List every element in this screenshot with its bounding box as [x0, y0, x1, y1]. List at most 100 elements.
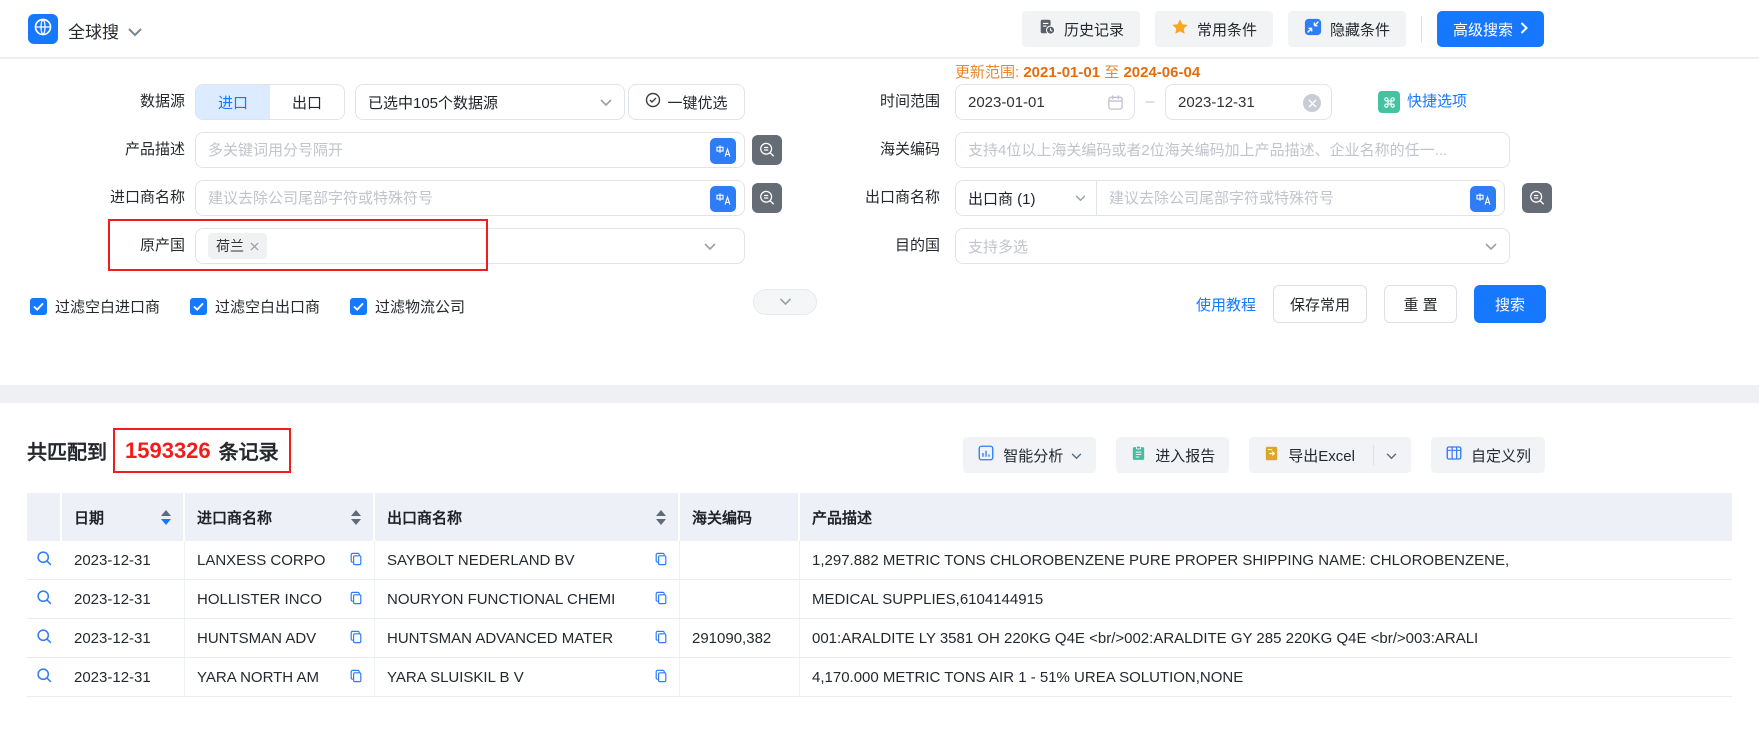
- hs-code-input[interactable]: [956, 133, 1509, 167]
- sort-control[interactable]: [656, 509, 666, 525]
- copy-icon[interactable]: [653, 551, 669, 571]
- date-range-dash: –: [1145, 93, 1155, 110]
- sort-control[interactable]: [351, 509, 361, 525]
- product-desc-field[interactable]: [195, 132, 745, 168]
- app-title: 全球搜: [68, 23, 119, 42]
- filter-checkboxes: 过滤空白进口商 过滤空白出口商 过滤物流公司: [30, 296, 465, 317]
- cell-date: 2023-12-31: [62, 580, 185, 618]
- calendar-icon[interactable]: [1107, 94, 1124, 116]
- chevron-down-icon: [1071, 447, 1082, 464]
- search-icon[interactable]: [36, 628, 53, 649]
- row-detail-cell[interactable]: [27, 541, 62, 579]
- tag-close-icon[interactable]: [250, 238, 259, 254]
- smart-analysis-button[interactable]: 智能分析: [963, 437, 1097, 473]
- tutorial-link[interactable]: 使用教程: [1196, 294, 1256, 315]
- cell-date: 2023-12-31: [62, 658, 185, 696]
- results-header: 共匹配到 1593326 条记录: [27, 428, 291, 473]
- advanced-search-button[interactable]: 高级搜索: [1436, 11, 1544, 47]
- search-button[interactable]: 搜索: [1474, 285, 1547, 323]
- tab-import[interactable]: 进口: [196, 85, 270, 119]
- cell-exporter[interactable]: SAYBOLT NEDERLAND BV: [375, 541, 680, 579]
- hide-conditions-button[interactable]: 隐藏条件: [1287, 11, 1406, 47]
- cell-importer[interactable]: LANXESS CORPO: [185, 541, 375, 579]
- cell-date: 2023-12-31: [62, 541, 185, 579]
- search-icon[interactable]: [36, 589, 53, 610]
- dest-country-label: 目的国: [894, 237, 940, 254]
- tab-export[interactable]: 出口: [270, 85, 344, 119]
- cell-hs-code: [680, 658, 800, 696]
- app-logo[interactable]: [28, 14, 58, 44]
- chevron-down-icon: [1075, 189, 1086, 207]
- copy-icon[interactable]: [653, 629, 669, 649]
- cell-hs-code: [680, 580, 800, 618]
- export-excel-button[interactable]: 导出Excel: [1249, 437, 1411, 473]
- sort-control[interactable]: [161, 509, 171, 525]
- chevron-down-icon[interactable]: [1386, 447, 1397, 464]
- row-detail-cell[interactable]: [27, 658, 62, 696]
- globe-icon: [33, 17, 53, 42]
- row-detail-cell[interactable]: [27, 619, 62, 657]
- dest-country-select[interactable]: 支持多选: [955, 228, 1510, 264]
- shortcut-icon: [1378, 91, 1400, 113]
- importer-input[interactable]: [196, 181, 744, 215]
- importer-field[interactable]: [195, 180, 745, 216]
- translate-icon[interactable]: [1470, 186, 1496, 212]
- reset-button[interactable]: 重 置: [1384, 285, 1458, 323]
- translate-icon[interactable]: [710, 138, 736, 164]
- date-end-field[interactable]: [1165, 84, 1332, 120]
- search-icon[interactable]: [36, 550, 53, 571]
- copy-icon[interactable]: [348, 590, 364, 610]
- exporter-label: 出口商名称: [864, 189, 940, 206]
- table-row: 2023-12-31 LANXESS CORPO SAYBOLT NEDERLA…: [27, 541, 1732, 580]
- date-start-field[interactable]: [955, 84, 1135, 120]
- filter-logistics[interactable]: 过滤物流公司: [350, 296, 465, 317]
- data-source-select[interactable]: 已选中105个数据源: [355, 84, 625, 120]
- save-conditions-button[interactable]: 保存常用: [1273, 285, 1368, 323]
- cell-hs-code: 291090,382: [680, 619, 800, 657]
- clear-icon[interactable]: [1303, 94, 1321, 112]
- filter-blank-exporter[interactable]: 过滤空白出口商: [190, 296, 320, 317]
- copy-icon[interactable]: [348, 551, 364, 571]
- exporter-input[interactable]: [1097, 181, 1504, 215]
- update-range: 更新范围: 2021-01-01 至 2024-06-04: [955, 64, 1201, 81]
- cell-importer[interactable]: HUNTSMAN ADV: [185, 619, 375, 657]
- copy-icon[interactable]: [653, 590, 669, 610]
- exporter-type-select[interactable]: 出口商 (1): [956, 181, 1096, 215]
- one-click-optimize-button[interactable]: 一键优选: [628, 84, 745, 120]
- exact-match-icon[interactable]: [1522, 183, 1552, 213]
- origin-country-select[interactable]: 荷兰: [195, 228, 745, 264]
- hs-code-field[interactable]: [955, 132, 1510, 168]
- header-date[interactable]: 日期: [62, 493, 185, 541]
- exact-match-icon[interactable]: [752, 135, 782, 165]
- product-desc-label: 产品描述: [124, 141, 185, 158]
- cell-exporter[interactable]: YARA SLUISKIL B V: [375, 658, 680, 696]
- exact-match-icon[interactable]: [752, 183, 782, 213]
- product-desc-input[interactable]: [196, 133, 744, 167]
- results-table: 日期 进口商名称 出口商名称 海关编码 产品描述 2023-12-31 LANX…: [27, 493, 1732, 697]
- row-detail-cell[interactable]: [27, 580, 62, 618]
- cell-exporter[interactable]: NOURYON FUNCTIONAL CHEMI: [375, 580, 680, 618]
- header-exporter[interactable]: 出口商名称: [375, 493, 680, 541]
- update-range-from: 2021-01-01: [1023, 64, 1101, 81]
- chevron-down-icon[interactable]: [128, 24, 142, 42]
- filter-blank-importer[interactable]: 过滤空白进口商: [30, 296, 160, 317]
- cell-importer[interactable]: HOLLISTER INCO: [185, 580, 375, 618]
- search-icon[interactable]: [36, 667, 53, 688]
- translate-icon[interactable]: [710, 186, 736, 212]
- history-button[interactable]: 历史记录: [1021, 11, 1140, 47]
- checkbox-checked-icon: [350, 298, 368, 315]
- chevron-down-icon: [704, 238, 716, 255]
- quick-options-link[interactable]: 快捷选项: [1378, 84, 1467, 120]
- header-importer[interactable]: 进口商名称: [185, 493, 375, 541]
- copy-icon[interactable]: [348, 668, 364, 688]
- custom-columns-button[interactable]: 自定义列: [1430, 437, 1545, 473]
- copy-icon[interactable]: [348, 629, 364, 649]
- cell-importer[interactable]: YARA NORTH AM: [185, 658, 375, 696]
- enter-report-button[interactable]: 进入报告: [1116, 437, 1230, 473]
- favorites-button[interactable]: 常用条件: [1154, 11, 1273, 47]
- collapse-form-button[interactable]: [753, 289, 817, 315]
- cell-hs-code: [680, 541, 800, 579]
- cell-exporter[interactable]: HUNTSMAN ADVANCED MATER: [375, 619, 680, 657]
- origin-country-tag: 荷兰: [208, 233, 267, 259]
- copy-icon[interactable]: [653, 668, 669, 688]
